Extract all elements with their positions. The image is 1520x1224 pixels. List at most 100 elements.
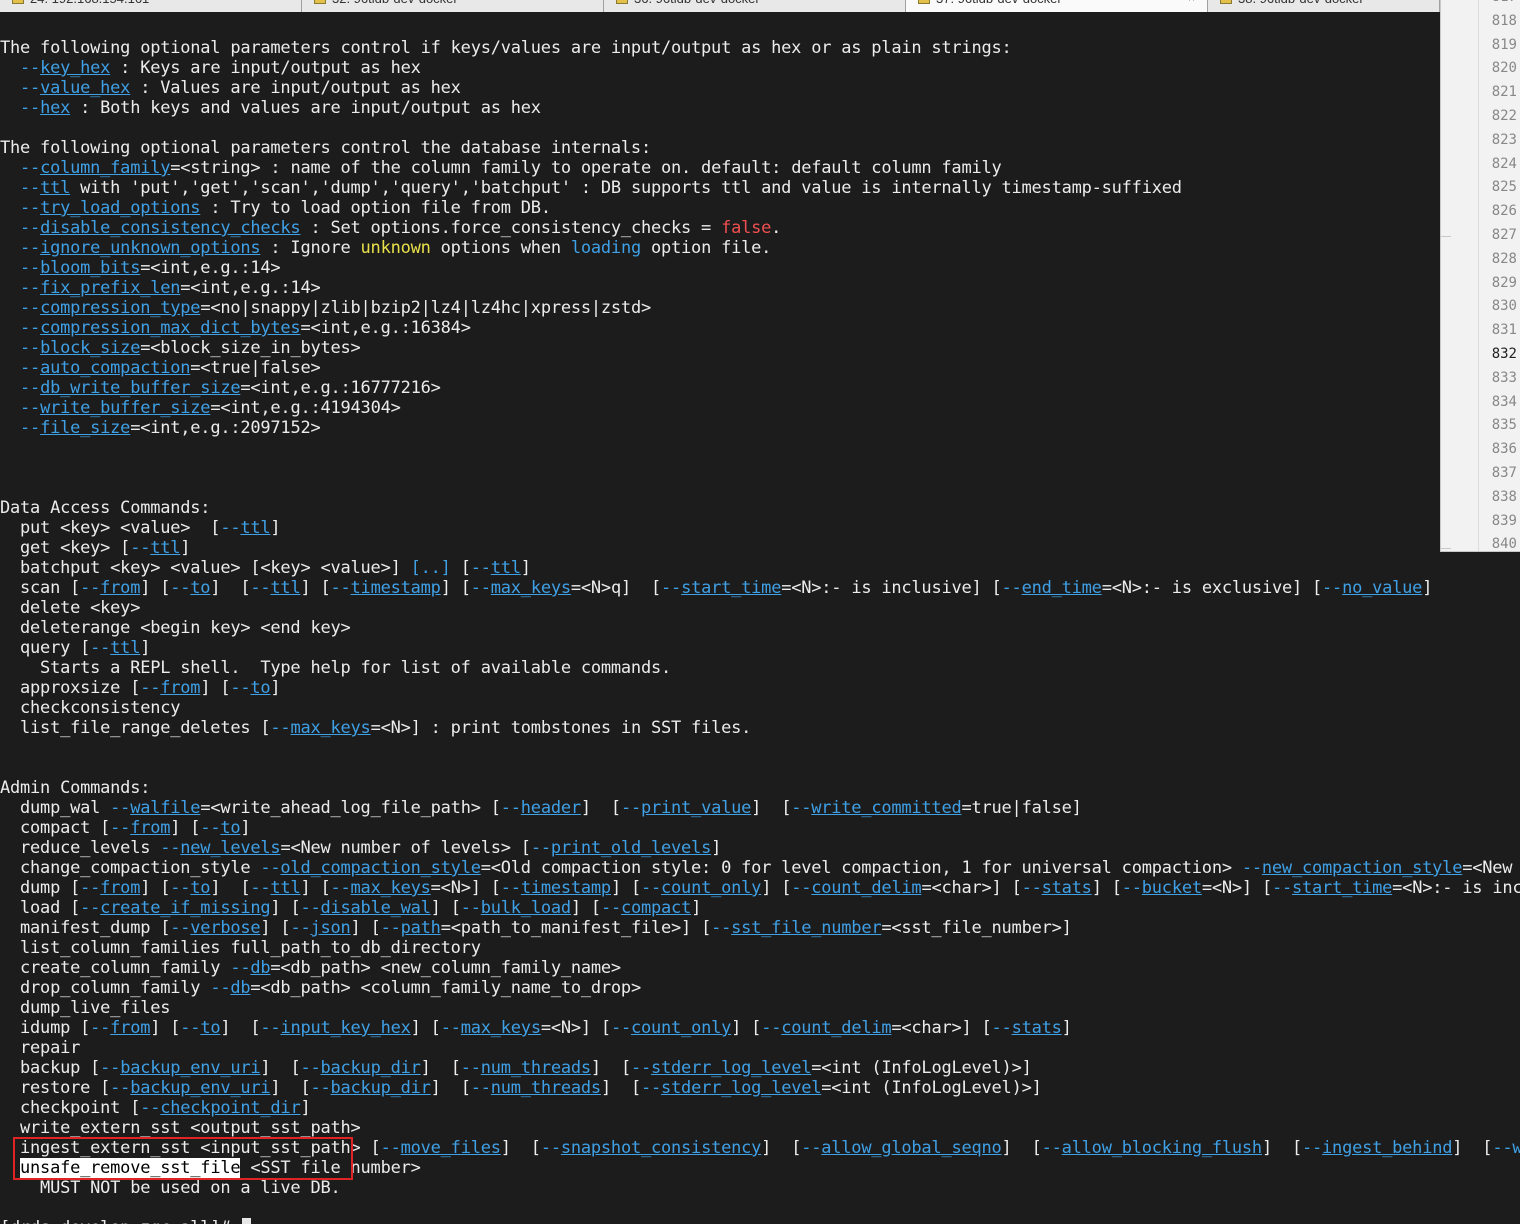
terminal-text: restore [ (0, 1078, 111, 1098)
option-flag: loading (570, 238, 641, 258)
terminal-line: backup [--backup_env_uri] [--backup_dir]… (0, 1058, 1520, 1078)
option-flag: --create_if_missing (80, 898, 271, 918)
option-flag: --path (380, 918, 441, 938)
tab-3[interactable]: 36. 96tidb-dev-docker (604, 0, 906, 12)
terminal-line: put <key> <value> [--ttl] (0, 518, 1520, 538)
terminal-text: ] [ (270, 898, 301, 918)
option-flag: --ttl (130, 538, 181, 558)
terminal-window[interactable]: The following optional parameters contro… (0, 12, 1520, 1224)
terminal-text: ] (240, 818, 251, 838)
terminal-text: ] (270, 518, 281, 538)
option-flag: --json (290, 918, 351, 938)
terminal-text: =<int,e.g.:16777216> (240, 378, 441, 398)
terminal-text: =<db_path> <column_family_name_to_drop> (250, 978, 641, 998)
tab-label: 38. 96tidb-dev-docker (1238, 0, 1364, 6)
terminal-text: =<int,e.g.:4194304> (210, 398, 401, 418)
option-flag: --value_hex (20, 78, 131, 98)
terminal-text: ] [ (260, 1058, 301, 1078)
line-number: 836 (1491, 441, 1517, 458)
line-number: 837 (1491, 464, 1517, 481)
option-flag: --from (140, 678, 201, 698)
line-number: 821 (1491, 84, 1517, 101)
terminal-text: ] [ (260, 918, 291, 938)
tab-4[interactable]: 37. 96tidb-dev-docker × (906, 0, 1208, 12)
terminal-text: ] [ (410, 1018, 441, 1038)
terminal-text: list_file_range_deletes [ (0, 718, 271, 738)
option-flag: --stderr_log_level (630, 1058, 812, 1078)
terminal-text: approxsize [ (0, 678, 141, 698)
tab-5[interactable]: 38. 96tidb-dev-docker (1208, 0, 1440, 12)
terminal-line: checkpoint [--checkpoint_dir] (0, 1098, 1520, 1118)
terminal-text: ] [ (1001, 1138, 1042, 1158)
terminal-text: ] [ (440, 578, 471, 598)
option-flag: --try_load_options (20, 198, 201, 218)
line-number: 828 (1491, 250, 1517, 267)
terminal-text: =<write_ahead_log_file_path> [ (200, 798, 501, 818)
terminal-text: ] (711, 838, 722, 858)
tab-1[interactable]: 24. 192.168.154.161 (0, 0, 302, 12)
terminal-text: =<N>:- is exclusive] [ (1101, 578, 1323, 598)
terminal-text: dump_wal (0, 798, 111, 818)
terminal-text: =<N>] [ (430, 878, 501, 898)
terminal-output: The following optional parameters contro… (0, 38, 1520, 1224)
terminal-text: =<New number of levels> [ (280, 838, 531, 858)
terminal-text: ] [ (210, 878, 251, 898)
terminal-line: dump [--from] [--to] [--ttl] [--max_keys… (0, 878, 1520, 898)
option-flag: --compact (600, 898, 692, 918)
terminal-text: ] [ (570, 898, 601, 918)
terminal-line: drop_column_family --db=<db_path> <colum… (0, 978, 1520, 998)
line-number: 823 (1491, 131, 1517, 148)
gutter-tick (1441, 236, 1451, 237)
terminal-line: dump_live_files (0, 998, 1520, 1018)
terminal-line: --write_buffer_size=<int,e.g.:4194304> (0, 398, 1520, 418)
terminal-line: dump_wal --walfile=<write_ahead_log_file… (0, 798, 1520, 818)
terminal-line: --fix_prefix_len=<int,e.g.:14> (0, 278, 1520, 298)
tab-2[interactable]: 32. 96tidb-dev-docker (302, 0, 604, 12)
selected-text: unsafe_remove_sst_file (20, 1158, 241, 1178)
terminal-line: [drds-develop-zgc all]# (0, 1218, 1520, 1224)
option-flag: --w (1492, 1138, 1520, 1158)
option-flag: --stats (991, 1018, 1062, 1038)
terminal-text: <SST file number> (240, 1158, 421, 1178)
line-number: 832 (1491, 345, 1517, 362)
terminal-line: --disable_consistency_checks : Set optio… (0, 218, 1520, 238)
terminal-text: ] (180, 538, 191, 558)
option-flag: --max_keys (270, 718, 371, 738)
terminal-text: ] [ (600, 1078, 641, 1098)
terminal-text: compact [ (0, 818, 111, 838)
close-tab-icon[interactable]: × (1188, 0, 1195, 5)
terminal-text: . (771, 218, 782, 238)
terminal-text: delete <key> (0, 598, 141, 618)
terminal-text: with 'put','get','scan','dump','query','… (70, 178, 1182, 198)
terminal-text: ] [ (420, 1058, 461, 1078)
option-flag: --num_threads (460, 1058, 591, 1078)
terminal-line: get <key> [--ttl] (0, 538, 1520, 558)
terminal-cursor[interactable] (242, 1218, 252, 1224)
terminal-line: change_compaction_style --old_compaction… (0, 858, 1520, 878)
option-flag: --count_delim (761, 1018, 892, 1038)
option-flag: --ingest_behind (1302, 1138, 1453, 1158)
option-flag: --column_family (20, 158, 171, 178)
terminal-session-icon (616, 0, 628, 4)
option-flag: --timestamp (330, 578, 441, 598)
option-flag: --timestamp (500, 878, 611, 898)
line-number: 834 (1491, 393, 1517, 410)
option-flag: --from (80, 578, 141, 598)
terminal-text: load [ (0, 898, 81, 918)
terminal-text: repair (0, 1038, 81, 1058)
terminal-text: idump [ (0, 1018, 91, 1038)
terminal-text: ] [ (350, 918, 381, 938)
option-flag: --max_keys (470, 578, 571, 598)
terminal-line: --key_hex : Keys are input/output as hex (0, 58, 1520, 78)
terminal-text: =<int (InfoLogLevel)>] (821, 1078, 1042, 1098)
